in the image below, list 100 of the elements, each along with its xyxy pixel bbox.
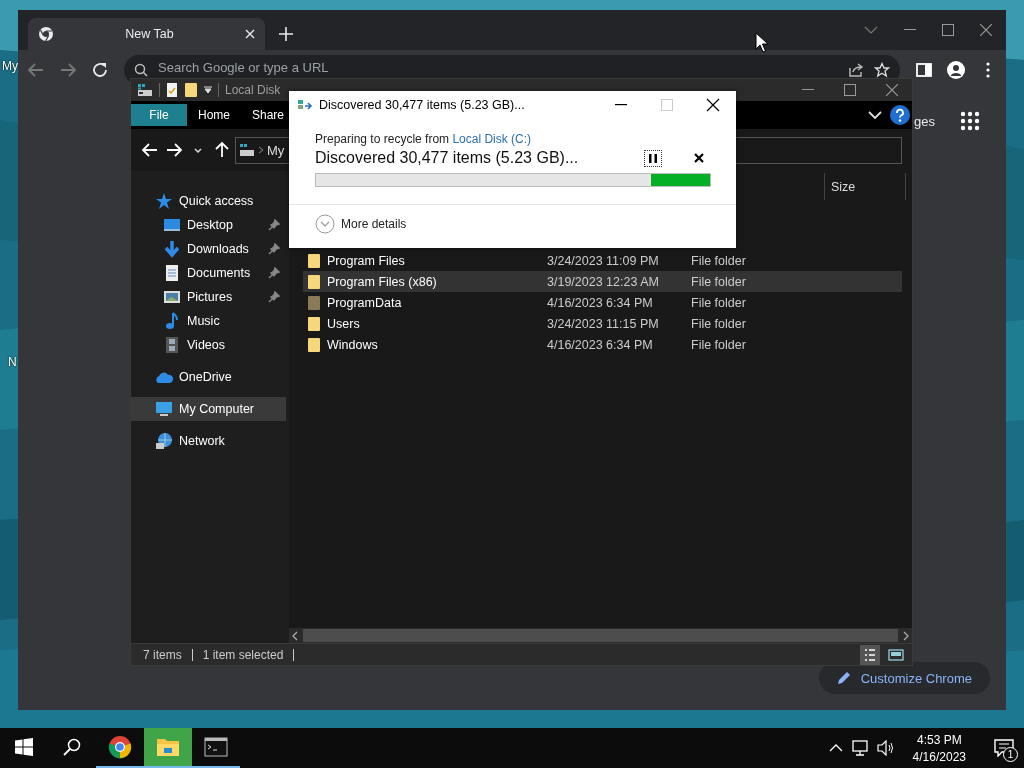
picture-icon — [163, 288, 181, 306]
nav-item[interactable]: My Computer — [131, 397, 286, 421]
details-view-icon[interactable] — [864, 647, 876, 662]
notification-icon[interactable] — [994, 739, 1014, 757]
apps-grid-icon[interactable] — [960, 111, 980, 131]
browser-tab[interactable]: New Tab — [28, 18, 265, 50]
maximize-icon[interactable] — [844, 84, 856, 96]
more-details-button[interactable]: More details — [289, 205, 736, 234]
star-icon — [155, 192, 173, 210]
minimize-icon[interactable] — [615, 103, 627, 106]
desktop-icon — [163, 216, 181, 234]
file-row[interactable]: ProgramData 4/16/2023 6:34 PM File folder — [303, 292, 902, 313]
back-icon[interactable] — [141, 141, 159, 159]
help-icon[interactable] — [890, 105, 910, 125]
download-icon — [163, 240, 181, 258]
drive-icon — [137, 83, 153, 97]
desktop-icon-label[interactable]: My — [2, 59, 18, 73]
file-row[interactable]: Program Files (x86) 3/19/2023 12:23 AM File folder — [303, 271, 902, 292]
pause-icon[interactable] — [649, 153, 657, 163]
date-modified: 4/16/2023 6:34 PM — [547, 295, 653, 310]
customize-chrome-button[interactable]: Customize Chrome — [818, 662, 990, 694]
file-type: File folder — [691, 274, 746, 289]
ribbon-tab[interactable]: File — [131, 104, 187, 126]
file-name: Program Files (x86) — [327, 274, 437, 289]
dialog-title: Discovered 30,477 items (5.23 GB)... — [319, 97, 525, 112]
file-name: Program Files — [327, 253, 405, 268]
status-text: 7 items — [143, 647, 182, 662]
notification-count: 1 — [1003, 747, 1018, 762]
source-text: Preparing to recycle from Local Disk (C:) — [315, 132, 533, 146]
ribbon-tab[interactable]: Home — [187, 104, 241, 126]
window-title: Local Disk — [225, 83, 281, 97]
file-type: File folder — [691, 253, 746, 268]
clock-date[interactable]: 4/16/2023 — [912, 749, 966, 764]
nav-item[interactable]: Videos — [131, 333, 286, 357]
nav-item[interactable]: Pictures — [131, 285, 286, 309]
close-icon[interactable] — [706, 97, 720, 112]
clock-time[interactable]: 4:53 PM — [916, 732, 962, 747]
computer-icon — [155, 400, 173, 418]
nav-item[interactable]: Quick access — [131, 189, 286, 213]
chrome-logo-icon — [38, 26, 54, 42]
nav-item[interactable]: Downloads — [131, 237, 286, 261]
document-icon — [163, 264, 181, 282]
music-note-icon — [163, 312, 181, 330]
nav-item[interactable]: Desktop — [131, 213, 286, 237]
forward-icon[interactable] — [165, 141, 183, 159]
up-icon[interactable] — [213, 141, 231, 159]
windows-logo-icon[interactable] — [15, 738, 33, 756]
nav-item[interactable]: OneDrive — [131, 365, 286, 389]
recycle-transfer-icon — [297, 97, 313, 112]
images-link[interactable]: ges — [914, 113, 935, 129]
date-modified: 3/24/2023 11:09 PM — [547, 253, 659, 268]
close-icon[interactable] — [694, 153, 704, 163]
maximize-icon[interactable] — [942, 24, 954, 36]
file-type: File folder — [691, 337, 746, 352]
reload-icon[interactable] — [91, 61, 109, 79]
desktop-icon-label[interactable]: N — [8, 355, 17, 369]
scroll-right-icon[interactable] — [902, 630, 910, 641]
drive-icon — [239, 143, 255, 157]
large-icons-view-icon[interactable] — [888, 648, 904, 661]
nav-item[interactable]: Network — [131, 429, 286, 453]
breadcrumb[interactable]: My — [267, 142, 285, 158]
search-icon — [134, 63, 148, 77]
side-panel-icon[interactable] — [915, 61, 933, 79]
properties-icon[interactable] — [166, 82, 178, 98]
chevron-circle-icon — [315, 214, 335, 234]
share-icon[interactable] — [848, 62, 864, 78]
progress-heading: Discovered 30,477 items (5.23 GB)... — [315, 149, 580, 167]
network-icon — [155, 432, 173, 450]
cursor-icon — [755, 32, 769, 53]
source-link[interactable]: Local Disk (C:) — [452, 132, 532, 146]
file-row[interactable]: Program Files 3/24/2023 11:09 PM File folder — [303, 250, 902, 271]
pencil-icon — [836, 671, 851, 685]
status-text: 1 item selected — [202, 647, 284, 662]
address-input[interactable]: Search Google or type a URL — [158, 59, 838, 75]
file-row[interactable]: Windows 4/16/2023 6:34 PM File folder — [303, 334, 902, 355]
scrollbar-thumb[interactable] — [303, 629, 898, 642]
nav-item[interactable]: Music — [131, 309, 286, 333]
scroll-left-icon[interactable] — [291, 630, 299, 641]
file-name: Windows — [327, 337, 378, 352]
nav-item[interactable]: Documents — [131, 261, 286, 285]
film-icon — [163, 336, 181, 354]
file-type: File folder — [691, 316, 746, 331]
dropdown-icon[interactable] — [204, 86, 212, 94]
profile-icon[interactable] — [947, 61, 965, 79]
volume-icon[interactable] — [876, 740, 895, 756]
star-icon[interactable] — [874, 62, 890, 78]
network-icon[interactable] — [850, 740, 869, 756]
chevron-right-icon — [258, 146, 264, 154]
column-header[interactable]: Size — [824, 173, 906, 200]
file-type: File folder — [691, 295, 746, 310]
file-name: Users — [327, 316, 360, 331]
terminal-icon[interactable] — [204, 737, 228, 757]
file-row[interactable]: Users 3/24/2023 11:15 PM File folder — [303, 313, 902, 334]
date-modified: 3/19/2023 12:23 AM — [547, 274, 659, 289]
chrome-logo-icon[interactable] — [108, 735, 132, 759]
search-icon[interactable] — [63, 738, 81, 756]
folder-icon[interactable] — [184, 82, 198, 98]
date-modified: 3/24/2023 11:15 PM — [547, 316, 659, 331]
chevron-up-icon[interactable] — [828, 743, 843, 753]
file-name: ProgramData — [327, 295, 402, 310]
